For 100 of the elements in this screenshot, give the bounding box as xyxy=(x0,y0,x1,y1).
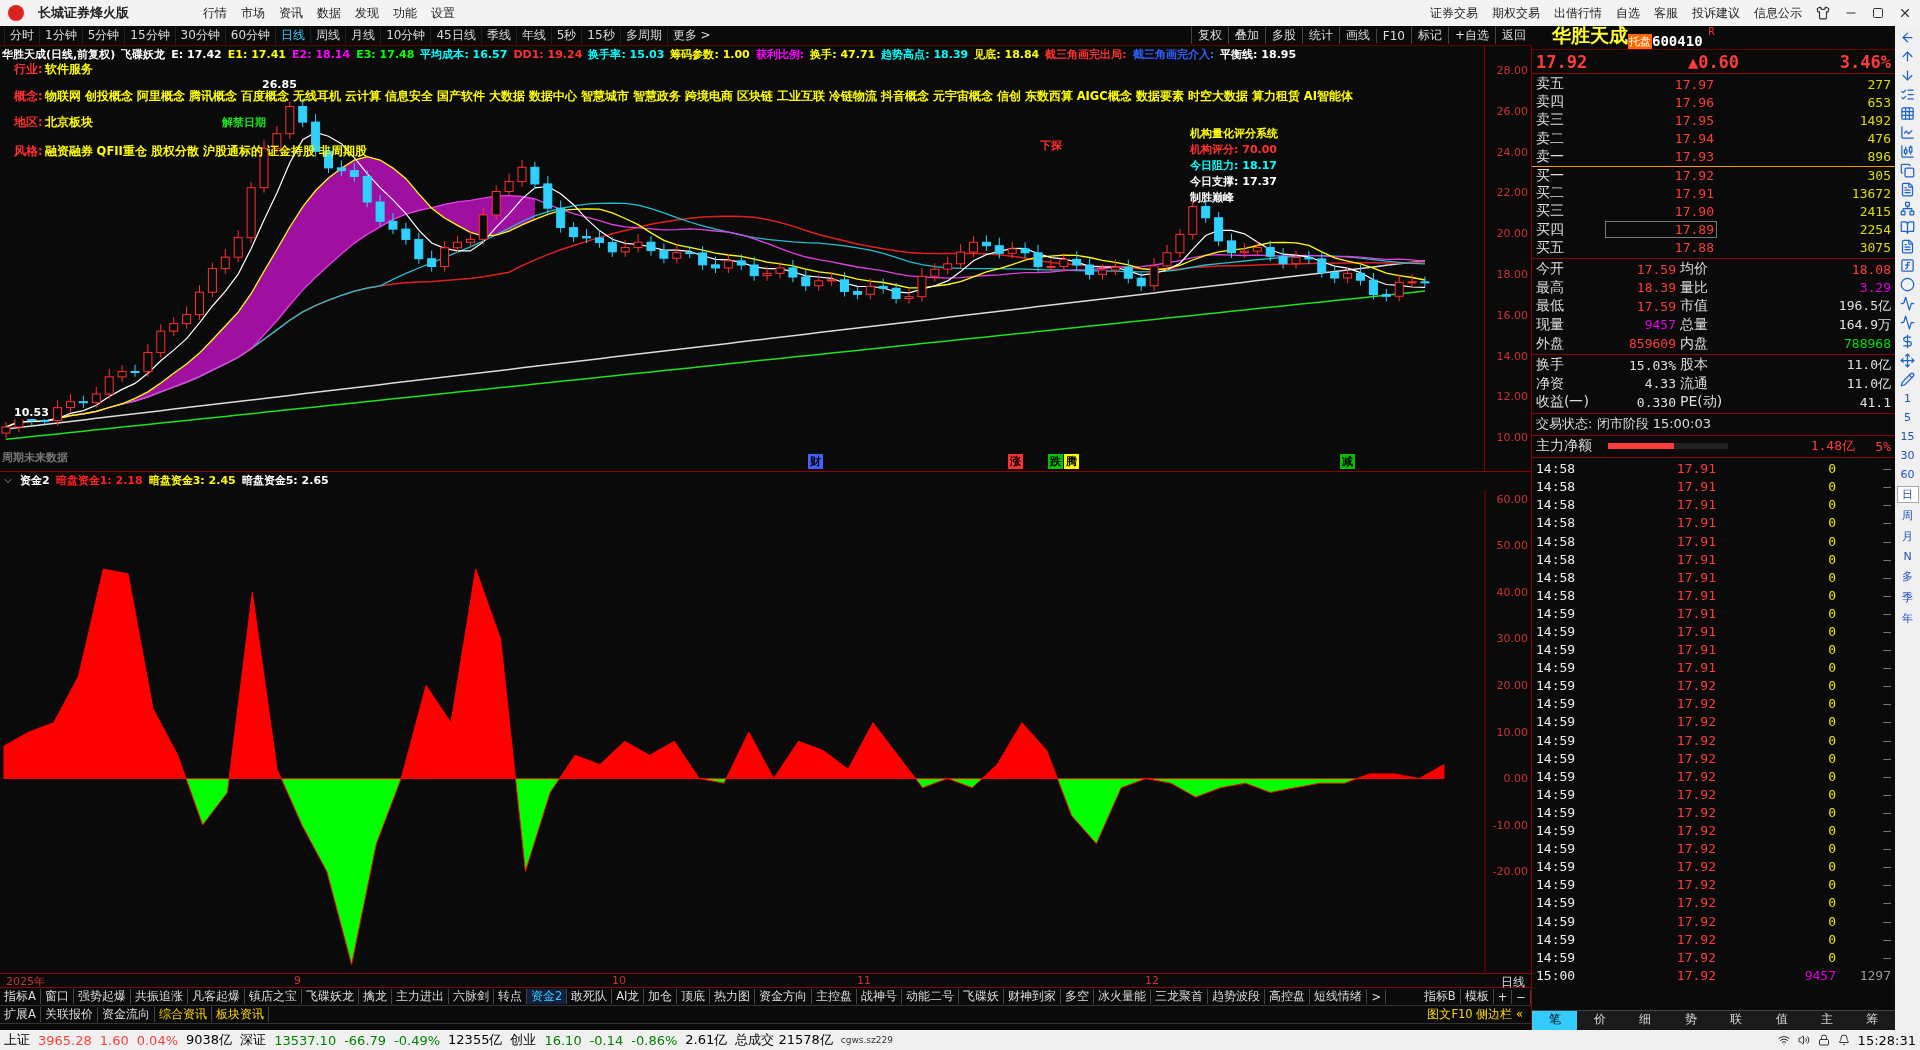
indicator-tab[interactable]: 趋势波段 xyxy=(1208,989,1266,1004)
side-period-tab[interactable]: 月 xyxy=(1896,528,1919,545)
indicator-tab[interactable]: 主力进出 xyxy=(391,989,449,1004)
indicator-tab[interactable]: 动能二号 xyxy=(902,989,960,1004)
indicator-tab[interactable]: 六脉剑 xyxy=(448,989,494,1004)
period-tab[interactable]: 1分钟 xyxy=(39,27,82,44)
period-tab[interactable]: 60分钟 xyxy=(224,27,276,44)
chart-tool-button[interactable]: +自选 xyxy=(1447,27,1495,44)
menu-item[interactable]: 市场 xyxy=(241,4,265,22)
page-icon[interactable] xyxy=(1900,239,1915,254)
order-price[interactable]: 17.93 xyxy=(1672,149,1716,165)
info-tab[interactable]: 扩展A xyxy=(0,1007,41,1022)
period-tab[interactable]: 多周期 xyxy=(619,27,667,44)
period-tab[interactable]: 5分钟 xyxy=(81,27,125,44)
menu-item[interactable]: 功能 xyxy=(393,4,417,22)
lock-icon[interactable] xyxy=(1817,1034,1830,1046)
order-price[interactable]: 17.90 xyxy=(1672,203,1716,219)
menu-item[interactable]: 设置 xyxy=(431,4,455,22)
side-period-tab[interactable]: 60 xyxy=(1896,467,1919,482)
function-icon[interactable] xyxy=(1900,258,1915,273)
side-period-tab[interactable]: 周 xyxy=(1896,507,1919,524)
side-period-tab[interactable]: 5 xyxy=(1896,410,1919,425)
period-tab[interactable]: 30分钟 xyxy=(174,27,225,44)
move-icon[interactable] xyxy=(1900,353,1915,368)
quote-tab[interactable]: 价 xyxy=(1577,1011,1623,1030)
side-period-tab[interactable]: N xyxy=(1896,549,1919,564)
chart-tool-button[interactable]: 统计 xyxy=(1301,27,1339,44)
indicator-tab[interactable]: > xyxy=(1367,989,1387,1004)
menu-item[interactable]: 资讯 xyxy=(279,4,303,22)
side-period-tab[interactable]: 年 xyxy=(1896,610,1919,627)
period-tab[interactable]: 10分钟 xyxy=(380,27,431,44)
indicator-tab[interactable]: 资金2 xyxy=(526,989,568,1004)
tree-icon[interactable] xyxy=(1900,201,1915,216)
indicator-tab[interactable]: 飞碟妖 xyxy=(959,989,1005,1004)
period-tab[interactable]: 15秒 xyxy=(581,27,620,44)
side-period-tab[interactable]: 30 xyxy=(1896,448,1919,463)
quote-tab[interactable]: 势 xyxy=(1668,1011,1714,1030)
order-price[interactable]: 17.96 xyxy=(1672,94,1716,110)
menu-item[interactable]: 数据 xyxy=(317,4,341,22)
indicator-tab[interactable]: AI龙 xyxy=(612,989,645,1004)
indicator-tab[interactable]: 多空 xyxy=(1061,989,1095,1004)
order-price[interactable]: 17.91 xyxy=(1672,185,1716,201)
speaker-icon[interactable] xyxy=(1797,1034,1810,1046)
top-link[interactable]: 自选 xyxy=(1616,4,1640,22)
period-tab[interactable]: 更多 > xyxy=(666,27,716,44)
period-tab[interactable]: 周线 xyxy=(310,27,346,44)
indicator-tool-button[interactable]: − xyxy=(1512,989,1531,1004)
indicator-tab[interactable]: 镇店之宝 xyxy=(244,989,302,1004)
quote-tab[interactable]: 值 xyxy=(1758,1011,1805,1030)
order-price[interactable]: 17.97 xyxy=(1672,76,1716,92)
indicator-tab[interactable]: 战神号 xyxy=(857,989,903,1004)
indicator-tab[interactable]: 顶底 xyxy=(677,989,711,1004)
quote-tab[interactable]: 筹 xyxy=(1849,1011,1895,1030)
menu-item[interactable]: 发现 xyxy=(355,4,379,22)
indicator-tool-button[interactable]: 指标B xyxy=(1419,989,1461,1004)
down-arrow-icon[interactable] xyxy=(1900,68,1915,83)
checklist-icon[interactable] xyxy=(1900,87,1915,102)
grid-icon[interactable] xyxy=(1900,106,1915,121)
indicator-tab[interactable]: 强势起爆 xyxy=(73,989,131,1004)
sidebar-toggle-link[interactable]: 图文F10 侧边栏 « xyxy=(1427,1007,1523,1022)
period-tab[interactable]: 月线 xyxy=(345,27,381,44)
circle-icon[interactable] xyxy=(1900,277,1915,292)
book-icon[interactable] xyxy=(1900,220,1915,235)
order-price[interactable]: 17.89 xyxy=(1606,222,1716,238)
info-tab[interactable]: 综合资讯 xyxy=(154,1007,212,1022)
period-tab[interactable]: 日线 xyxy=(275,27,311,44)
close-icon[interactable] xyxy=(1898,6,1912,20)
side-period-tab[interactable]: 多 xyxy=(1896,568,1919,585)
side-period-tab[interactable]: 1 xyxy=(1896,391,1919,406)
indicator-tab[interactable]: 指标A xyxy=(0,989,41,1004)
period-tab[interactable]: 分时 xyxy=(4,27,39,44)
period-tab[interactable]: 季线 xyxy=(480,27,516,44)
quote-tab[interactable]: 主 xyxy=(1804,1011,1850,1030)
info-tab[interactable]: 板块资讯 xyxy=(211,1007,269,1022)
side-period-tab[interactable]: 日 xyxy=(1896,486,1919,503)
indicator-tab[interactable]: 共振追涨 xyxy=(130,989,188,1004)
top-link[interactable]: 出借行情 xyxy=(1554,4,1602,22)
chart-tool-button[interactable]: 叠加 xyxy=(1227,27,1265,44)
info-tab[interactable]: 资金流向 xyxy=(97,1007,155,1022)
order-price[interactable]: 17.95 xyxy=(1672,112,1716,128)
indicator-tab[interactable]: 主控盘 xyxy=(812,989,858,1004)
side-period-tab[interactable]: 15 xyxy=(1896,429,1919,444)
order-price[interactable]: 17.94 xyxy=(1672,131,1716,147)
period-tab[interactable]: 5秒 xyxy=(550,27,582,44)
maximize-icon[interactable] xyxy=(1872,7,1884,19)
candlestick-icon[interactable] xyxy=(1900,144,1915,159)
period-tab[interactable]: 45日线 xyxy=(430,27,481,44)
chart-tool-button[interactable]: F10 xyxy=(1375,28,1411,43)
side-period-tab[interactable]: 季 xyxy=(1896,589,1919,606)
indicator-tab[interactable]: 高控盘 xyxy=(1265,989,1311,1004)
dollar-icon[interactable] xyxy=(1900,334,1915,349)
quote-tab[interactable]: 联 xyxy=(1713,1011,1759,1030)
indicator-tool-button[interactable]: + xyxy=(1493,989,1513,1004)
top-link[interactable]: 证券交易 xyxy=(1430,4,1478,22)
quote-tab[interactable]: 笔 xyxy=(1532,1011,1578,1030)
top-link[interactable]: 信息公示 xyxy=(1754,4,1802,22)
indicator-tab[interactable]: 窗口 xyxy=(40,989,74,1004)
order-price[interactable]: 17.88 xyxy=(1672,240,1716,256)
info-tab[interactable]: 关联报价 xyxy=(40,1007,98,1022)
indicator-tab[interactable]: 转点 xyxy=(493,989,527,1004)
